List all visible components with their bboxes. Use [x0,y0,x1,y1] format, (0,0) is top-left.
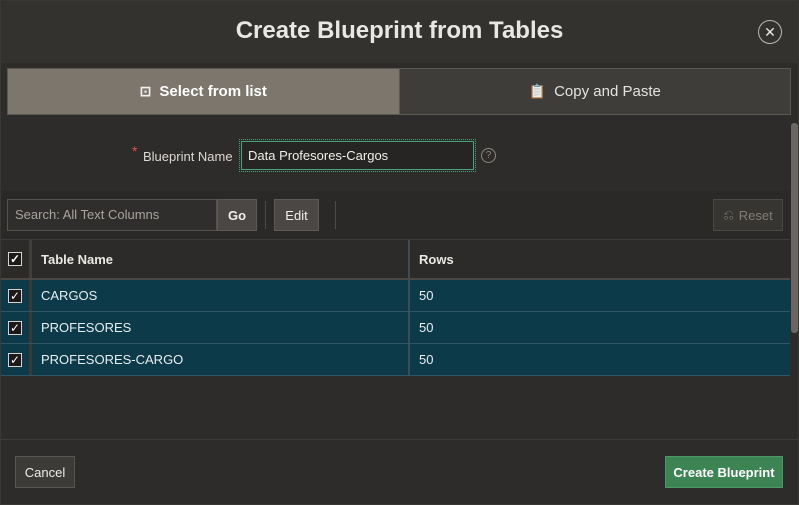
blueprint-name-input[interactable]: Data Profesores-Cargos [239,139,476,172]
create-blueprint-button[interactable]: Create Blueprint [665,456,783,488]
table-row[interactable]: ✓ CARGOS 50 [1,280,790,312]
dialog-titlebar: Create Blueprint from Tables ✕ [1,1,798,63]
list-select-icon: ⊡ [139,83,152,99]
select-all-checkbox[interactable]: ✓ [8,252,22,266]
close-icon: ✕ [764,24,776,40]
reset-icon: ⎌ [723,207,734,222]
column-header-table-name[interactable]: Table Name [32,240,410,278]
tab-label: Select from list [159,83,267,100]
rows-cell: 50 [419,288,434,303]
create-blueprint-dialog: Create Blueprint from Tables ✕ ⊡ Select … [0,0,799,505]
footer-divider [1,439,798,440]
row-select-cell: ✓ [1,280,32,311]
tab-copy-and-paste[interactable]: 📋 Copy and Paste [398,69,790,114]
dialog-title: Create Blueprint from Tables [235,17,564,44]
select-all-cell: ✓ [1,240,32,278]
reset-label: Reset [738,207,773,223]
required-marker: * [132,143,138,159]
reset-button[interactable]: ⎌ Reset [713,199,783,231]
row-select-cell: ✓ [1,344,32,375]
toolbar-divider [265,201,266,229]
help-icon[interactable]: ? [481,148,496,163]
tab-label: Copy and Paste [554,83,661,100]
rows-cell: 50 [419,320,434,335]
cancel-button[interactable]: Cancel [15,456,75,488]
tab-bar: ⊡ Select from list 📋 Copy and Paste [7,68,791,115]
table-row[interactable]: ✓ PROFESORES-CARGO 50 [1,344,790,376]
table-row[interactable]: ✓ PROFESORES 50 [1,312,790,344]
table-name-cell: CARGOS [32,280,410,311]
column-header-rows[interactable]: Rows [410,240,790,278]
row-select-cell: ✓ [1,312,32,343]
row-checkbox[interactable]: ✓ [8,352,22,367]
tab-select-from-list[interactable]: ⊡ Select from list [8,69,399,114]
go-button[interactable]: Go [217,199,257,231]
close-button[interactable]: ✕ [758,20,782,44]
blueprint-name-label: Blueprint Name [143,149,233,164]
table-header: ✓ Table Name Rows [1,239,790,280]
dialog-scrollbar[interactable] [791,123,798,333]
clipboard-icon: 📋 [528,83,547,99]
tables-grid: ✓ Table Name Rows ✓ CARGOS 50 ✓ PROFESOR… [1,239,790,376]
table-name-cell: PROFESORES [32,312,410,343]
search-input[interactable]: Search: All Text Columns [7,199,217,231]
table-name-cell: PROFESORES-CARGO [32,344,410,375]
row-checkbox[interactable]: ✓ [8,320,22,335]
toolbar-divider [335,201,336,229]
rows-cell: 50 [419,352,434,367]
row-checkbox[interactable]: ✓ [8,288,22,303]
edit-button[interactable]: Edit [274,199,319,231]
